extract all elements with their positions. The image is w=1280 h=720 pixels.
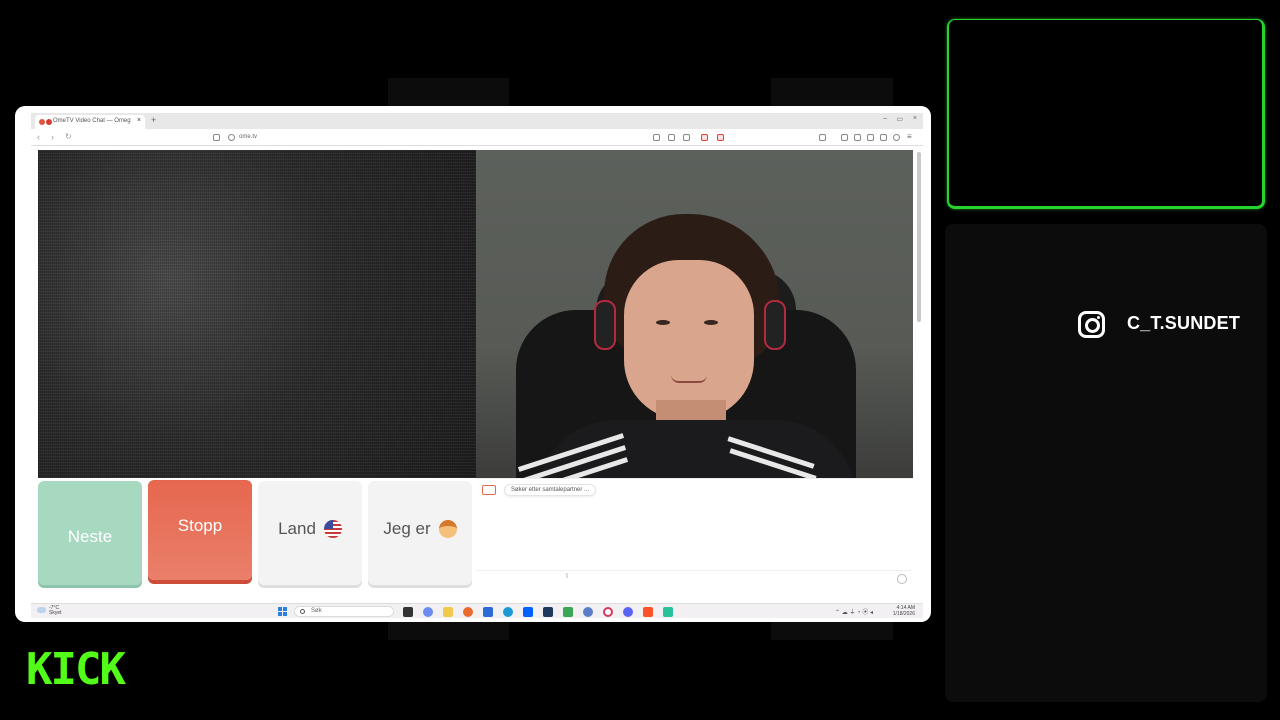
dropbox-icon[interactable]: [523, 607, 533, 617]
forward-icon[interactable]: ›: [51, 132, 54, 142]
instagram-icon: [1078, 311, 1105, 338]
background-panel: [388, 620, 509, 640]
person-eye: [656, 320, 670, 325]
chat-input[interactable]: I: [476, 570, 913, 586]
background-panel: [771, 620, 893, 640]
stop-button[interactable]: Stopp: [148, 480, 252, 580]
sidebar-icon[interactable]: [854, 134, 861, 141]
rewards-icon[interactable]: [717, 134, 724, 141]
tab-bar: OmeTV Video Chat — Omeg × + – ▭ ×: [31, 113, 923, 129]
menu-icon[interactable]: ≡: [907, 132, 912, 141]
stop-button-label: Stopp: [177, 516, 223, 535]
system-tray[interactable]: ⌃ ☁ ⏚ ◔ ⦿ ◂: [835, 607, 873, 616]
taskbar-clock[interactable]: 4:14 AM 1/18/2026: [893, 605, 915, 617]
screen-capture-frame: OmeTV Video Chat — Omeg × + – ▭ × ‹ › ↻ …: [15, 106, 931, 622]
instagram-handle: C_T.SUNDET: [1127, 313, 1241, 333]
url-field[interactable]: ome.tv: [239, 134, 257, 140]
share-icon[interactable]: [683, 134, 690, 141]
browser-window: OmeTV Video Chat — Omeg × + – ▭ × ‹ › ↻ …: [31, 113, 923, 618]
close-window-button[interactable]: ×: [913, 115, 917, 122]
gender-button-label: Jeg er: [383, 519, 431, 538]
self-camera-video: [476, 150, 913, 478]
country-button[interactable]: Land: [258, 481, 362, 585]
partner-video-static: [38, 150, 476, 478]
maximize-button[interactable]: ▭: [896, 115, 903, 123]
file-explorer-icon[interactable]: [443, 607, 453, 617]
taskbar-search[interactable]: Søk: [294, 606, 394, 617]
gender-button[interactable]: Jeg er: [368, 481, 472, 585]
brave-icon[interactable]: [643, 607, 653, 617]
taskbar-search-placeholder: Søk: [311, 608, 322, 614]
background-panel: [771, 78, 893, 108]
screenshot-icon[interactable]: [819, 134, 826, 141]
person-mouth: [671, 375, 707, 383]
translate-icon[interactable]: [653, 134, 660, 141]
stream-layout: OmeTV Video Chat — Omeg × + – ▭ × ‹ › ↻ …: [0, 0, 1280, 720]
boy-emoji-icon: [438, 520, 457, 538]
us-flag-icon: [323, 520, 342, 538]
ome-chat-icon: [482, 485, 496, 495]
steam-icon[interactable]: [583, 607, 593, 617]
headset-icon: [594, 300, 616, 350]
headset-icon: [764, 300, 786, 350]
kick-logo: KICK: [26, 644, 126, 695]
clock-date: 1/18/2026: [892, 611, 915, 617]
windows-start-icon[interactable]: [278, 607, 287, 616]
reload-icon[interactable]: ↻: [65, 132, 72, 141]
search-icon: [300, 609, 305, 614]
page-scrollbar[interactable]: [917, 152, 921, 322]
minimize-button[interactable]: –: [883, 115, 887, 122]
windows-taskbar: -7°C Skyet Søk ⌃ ☁ ⏚ ◔ ⦿ ◂ 4:14 AM 1/18/…: [31, 603, 923, 618]
extensions-icon[interactable]: [880, 134, 887, 141]
media-icon[interactable]: [841, 134, 848, 141]
next-button[interactable]: Neste: [38, 481, 142, 585]
text-caret: I: [566, 573, 568, 580]
ome-icon: [46, 119, 52, 125]
next-button-label: Neste: [67, 527, 113, 546]
side-panel: [945, 224, 1267, 702]
weather-desc: Skyet: [49, 610, 62, 616]
reader-icon[interactable]: [668, 134, 675, 141]
chat-status-message: Søker etter samtalepartner ...: [504, 484, 597, 496]
cloud-icon: [37, 607, 46, 613]
weather-widget[interactable]: -7°C Skyet: [37, 606, 62, 616]
discord-icon[interactable]: [623, 607, 633, 617]
task-view-icon[interactable]: [403, 607, 413, 617]
site-info-icon[interactable]: [228, 134, 235, 141]
copilot-icon[interactable]: [423, 607, 433, 617]
obs-icon[interactable]: [663, 607, 673, 617]
wallet-icon[interactable]: [867, 134, 874, 141]
back-icon[interactable]: ‹: [37, 132, 40, 142]
tab-favicon-icon: [39, 119, 45, 125]
ometv-page: Neste Stopp Land Jeg er Søker etter samt…: [31, 146, 923, 603]
edge-icon[interactable]: [503, 607, 513, 617]
photoshop-icon[interactable]: [543, 607, 553, 617]
opera-icon[interactable]: [603, 607, 613, 617]
background-panel: [388, 78, 509, 108]
new-tab-button[interactable]: +: [151, 115, 156, 125]
tab-ometv[interactable]: OmeTV Video Chat — Omeg ×: [35, 115, 145, 129]
chat-panel: Søker etter samtalepartner ... I: [476, 478, 913, 586]
firefox-icon[interactable]: [463, 607, 473, 617]
tab-title: OmeTV Video Chat — Omeg: [53, 118, 131, 124]
store-icon[interactable]: [483, 607, 493, 617]
bookmark-icon[interactable]: [213, 134, 220, 141]
country-button-label: Land: [278, 519, 316, 538]
webcam-overlay-frame: [947, 19, 1265, 209]
shield-icon[interactable]: [701, 134, 708, 141]
person-face: [624, 260, 754, 420]
address-bar: ‹ › ↻ ome.tv ≡: [31, 129, 923, 146]
android-icon[interactable]: [563, 607, 573, 617]
tab-close-icon[interactable]: ×: [137, 117, 141, 124]
person-eye: [704, 320, 718, 325]
profile-icon[interactable]: [893, 134, 900, 141]
emoji-icon[interactable]: [897, 574, 907, 584]
